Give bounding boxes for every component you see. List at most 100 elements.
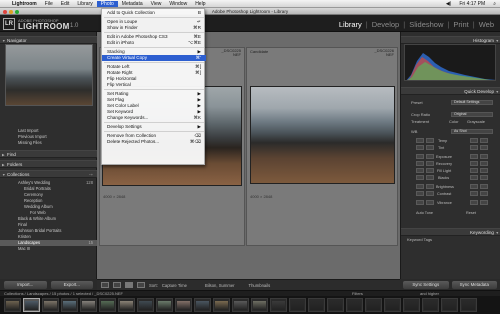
vibrance-adjust[interactable]: Vibrance: [410, 200, 494, 206]
close-window-icon[interactable]: [3, 9, 7, 14]
import-button[interactable]: Import...: [4, 280, 47, 289]
find-header[interactable]: ▶ Find: [0, 150, 97, 158]
folders-header[interactable]: ▶ Folders: [0, 160, 97, 168]
thumbnails-label: Thumbnails: [248, 282, 271, 288]
preset-select[interactable]: Default Settings: [451, 100, 493, 105]
candidate-photo[interactable]: [250, 86, 395, 184]
module-slideshow[interactable]: Slideshow: [407, 20, 445, 29]
wb-select[interactable]: As Shot: [451, 129, 493, 134]
menu-item-edit-in-iphoto[interactable]: Edit in iPhoto ⌥⌘E: [102, 40, 206, 46]
zoom-window-icon[interactable]: [15, 9, 19, 14]
filmstrip-thumbnail[interactable]: [308, 298, 325, 312]
survey-view-icon[interactable]: [137, 282, 145, 288]
menu-separator: [104, 17, 204, 18]
thumbnail-image: [253, 300, 266, 310]
filmstrip-thumbnail[interactable]: [384, 298, 401, 312]
navigator-header[interactable]: ▼ Navigator: [0, 36, 97, 44]
module-library[interactable]: Library: [337, 20, 364, 29]
menu-item-delete-rejected-photos[interactable]: Delete Rejected Photos... ⌘⌫: [102, 139, 206, 145]
keywording-header[interactable]: Keywording ▼: [401, 228, 500, 236]
thumbnail-image: [310, 300, 323, 310]
filmstrip-thumbnail[interactable]: [175, 298, 192, 312]
quick-develop-header[interactable]: Quick Develop ▼: [401, 87, 500, 95]
menu-edit[interactable]: Edit: [57, 1, 74, 7]
loupe-view-icon[interactable]: [113, 282, 121, 288]
filmstrip-thumbnail[interactable]: [327, 298, 344, 312]
collection-item-missing-files[interactable]: Missing Files: [0, 140, 97, 146]
navigator-preview[interactable]: [5, 44, 93, 106]
filmstrip-thumbnail[interactable]: [232, 298, 249, 312]
temp-adjust[interactable]: Temp: [410, 138, 494, 144]
tint-adjust[interactable]: Tint: [410, 145, 494, 151]
filmstrip-thumbnail[interactable]: [251, 298, 268, 312]
auto-tone-button[interactable]: Auto Tone: [416, 210, 433, 216]
menu-item-change-keywords[interactable]: Change Keywords... ⌘K: [102, 115, 206, 121]
compare-candidate-pane[interactable]: Candidate _DSC0226 NEF 4000 × 2848: [246, 47, 398, 246]
menu-shortcut: ⌘': [195, 55, 201, 60]
menu-app[interactable]: Lightroom: [8, 1, 41, 7]
menu-item-show-in-finder[interactable]: Show in Finder ⌘R: [102, 25, 206, 31]
filmstrip-thumbnail[interactable]: [460, 298, 477, 312]
export-button[interactable]: Export...: [50, 280, 93, 289]
collection-mac-iii[interactable]: Mac III: [0, 246, 97, 252]
histogram-header[interactable]: Histogram ▼: [401, 36, 500, 44]
add-collection-icon[interactable]: −+: [89, 171, 93, 179]
module-web[interactable]: Web: [477, 20, 496, 29]
menu-item-create-virtual-copy[interactable]: Create Virtual Copy ⌘': [102, 55, 206, 61]
brightness-adjust[interactable]: Brightness: [410, 184, 494, 190]
sync-metadata-button[interactable]: Sync Metadata: [451, 280, 497, 289]
module-print[interactable]: Print: [451, 20, 470, 29]
filmstrip-thumbnail[interactable]: [441, 298, 458, 312]
menu-library[interactable]: Library: [73, 1, 96, 7]
filmstrip-thumbnail[interactable]: [365, 298, 382, 312]
filmstrip-thumbnail[interactable]: [156, 298, 173, 312]
filmstrip-thumbnail[interactable]: [403, 298, 420, 312]
menu-help[interactable]: Help: [191, 1, 209, 7]
menu-photo[interactable]: Photo: [96, 0, 118, 7]
menu-window[interactable]: Window: [165, 1, 191, 7]
sort-value[interactable]: Capture Time: [162, 283, 187, 288]
menu-view[interactable]: View: [147, 1, 166, 7]
menu-clock[interactable]: Fri 4:17 PM: [455, 1, 489, 7]
filmstrip-thumbnail[interactable]: [137, 298, 154, 312]
module-develop[interactable]: Develop: [370, 20, 402, 29]
menu-metadata[interactable]: Metadata: [118, 1, 147, 7]
menu-item-develop-settings[interactable]: Develop Settings ▶: [102, 124, 206, 130]
filmstrip-thumbnail[interactable]: [118, 298, 135, 312]
filmstrip-thumbnail[interactable]: [422, 298, 439, 312]
recovery-adjust[interactable]: Recovery: [410, 161, 494, 167]
minimize-window-icon[interactable]: [9, 9, 13, 14]
treatment-grayscale-button[interactable]: Grayscale: [467, 118, 485, 125]
collections-header[interactable]: ▼ Collections −+: [0, 170, 97, 178]
filmstrip-thumbnail[interactable]: [99, 298, 116, 312]
filmstrip-thumbnail[interactable]: [194, 298, 211, 312]
grid-view-icon[interactable]: [101, 282, 109, 288]
menu-item-add-to-quick-collection[interactable]: Add to Quick Collection B: [102, 10, 206, 16]
filmstrip-thumbnail[interactable]: [346, 298, 363, 312]
filmstrip-thumbnail[interactable]: [289, 298, 306, 312]
filmstrip-thumbnail[interactable]: [42, 298, 59, 312]
menu-separator: [104, 89, 204, 90]
menu-file[interactable]: File: [41, 1, 57, 7]
sync-settings-button[interactable]: Sync Settings: [403, 280, 449, 289]
volume-icon[interactable]: ◀): [442, 1, 456, 7]
compare-view-icon[interactable]: [125, 282, 133, 288]
filmstrip-thumbnail[interactable]: [61, 298, 78, 312]
reset-button[interactable]: Reset: [466, 210, 476, 216]
fill-light-adjust[interactable]: Fill Light: [410, 168, 494, 174]
disclosure-triangle-icon: ▼: [2, 173, 6, 177]
thumbnail-image: [196, 300, 209, 310]
treatment-color-button[interactable]: Color: [449, 118, 459, 125]
menu-item-flip-vertical[interactable]: Flip Vertical: [102, 82, 206, 88]
filmstrip-thumbnail[interactable]: [213, 298, 230, 312]
filmstrip-thumbnail[interactable]: [4, 298, 21, 312]
filmstrip-thumbnail[interactable]: [80, 298, 97, 312]
thumbnail-image: [234, 300, 247, 310]
blacks-adjust[interactable]: Blacks: [410, 175, 494, 181]
filmstrip-thumbnail[interactable]: [270, 298, 287, 312]
spotlight-icon[interactable]: ⌕: [489, 1, 500, 7]
exposure-adjust[interactable]: Exposure: [410, 154, 494, 160]
crop-select[interactable]: Original: [451, 112, 493, 117]
filmstrip-thumbnail[interactable]: [23, 298, 40, 312]
contrast-adjust[interactable]: Contrast: [410, 191, 494, 197]
